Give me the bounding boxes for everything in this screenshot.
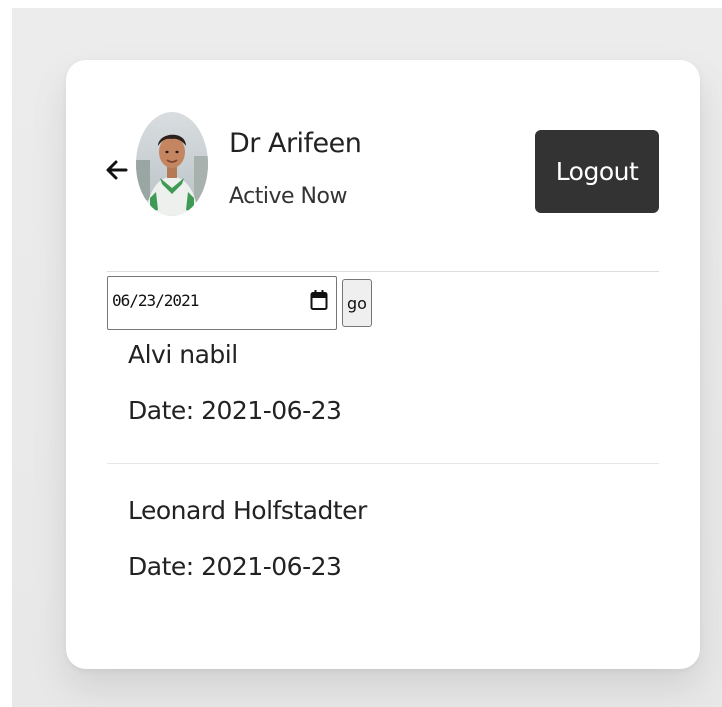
list-item-name: Alvi nabil (128, 340, 238, 369)
header-divider (107, 271, 659, 272)
list-divider (107, 463, 659, 464)
date-input-value: 06/23/2021 (112, 291, 199, 310)
list-item[interactable]: Leonard Holfstadter Date: 2021-06-23 (107, 486, 659, 606)
list-item-date: Date: 2021-06-23 (128, 396, 342, 425)
list-item[interactable]: Alvi nabil Date: 2021-06-23 (107, 330, 659, 460)
user-status: Active Now (229, 184, 347, 209)
list-item-date: Date: 2021-06-23 (128, 552, 342, 581)
avatar (136, 112, 208, 216)
arrow-left-icon[interactable] (105, 156, 129, 184)
list-item-name: Leonard Holfstadter (128, 496, 367, 525)
logout-button[interactable]: Logout (535, 130, 659, 213)
user-avatar-image (136, 112, 208, 216)
go-button[interactable]: go (342, 279, 372, 327)
date-input[interactable]: 06/23/2021 (107, 276, 337, 330)
calendar-icon[interactable] (310, 289, 328, 311)
user-name: Dr Arifeen (229, 128, 362, 159)
